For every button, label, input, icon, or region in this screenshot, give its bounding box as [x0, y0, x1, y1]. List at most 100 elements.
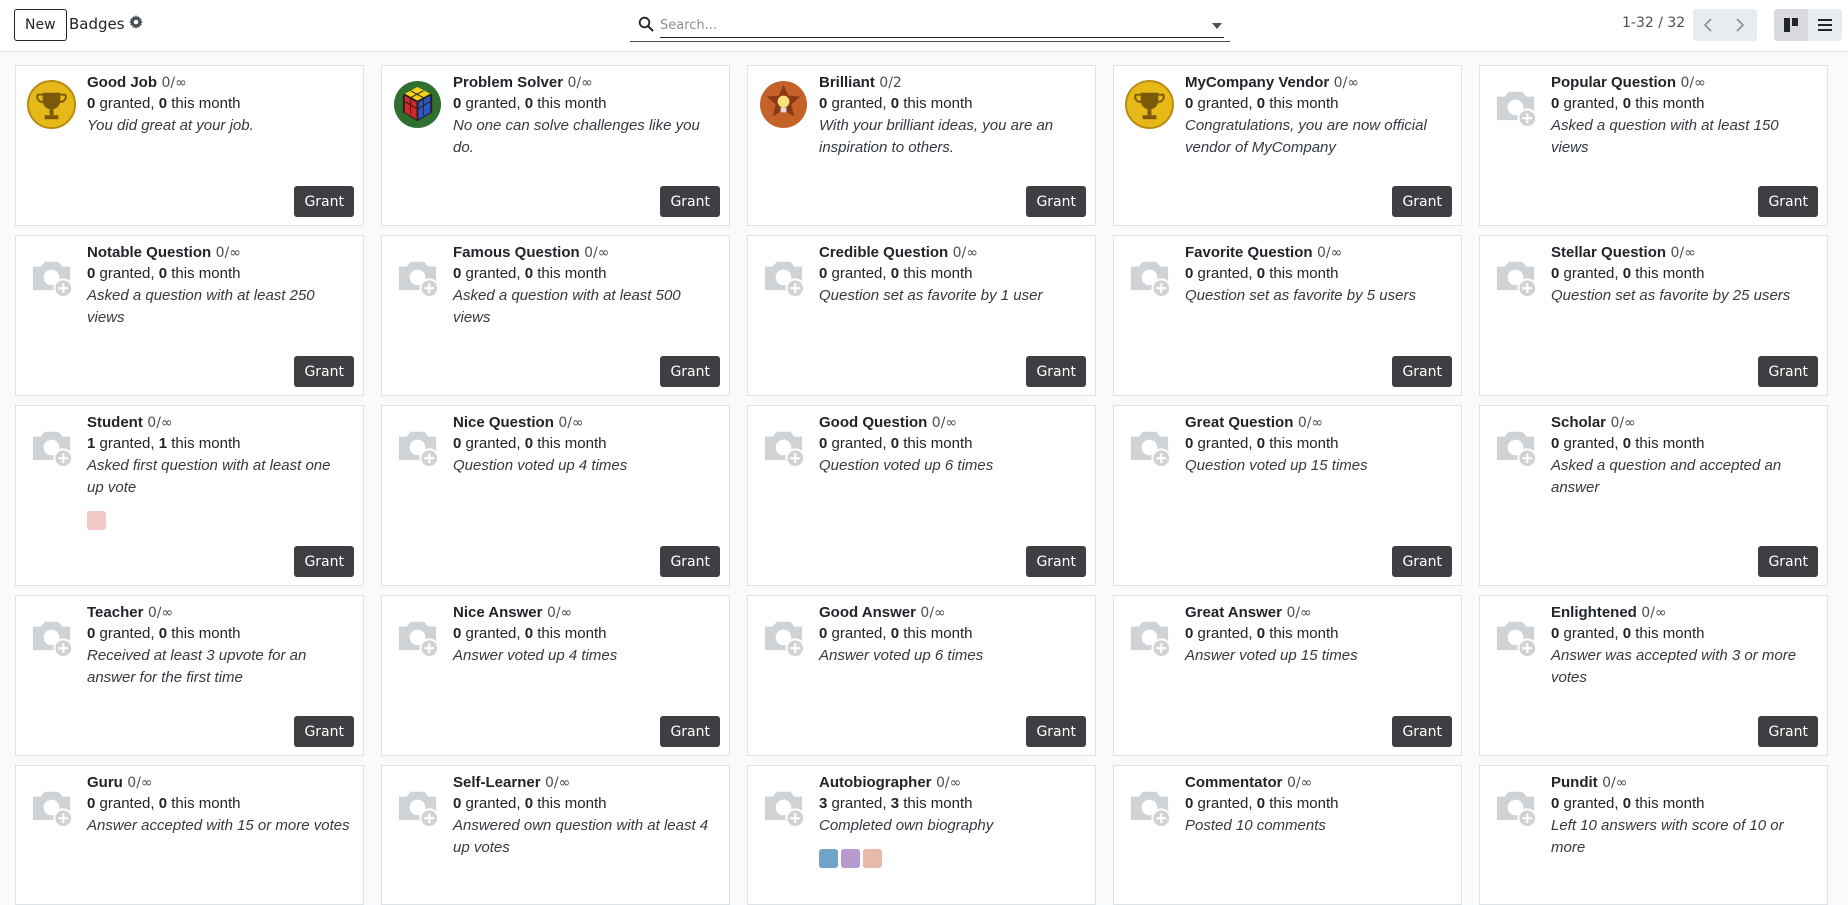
kanban-view-button[interactable]: [1774, 9, 1808, 41]
pager-next-button[interactable]: [1725, 9, 1757, 41]
badge-limit: 0/∞: [935, 775, 962, 791]
month-count: 0: [1256, 95, 1266, 112]
avatar[interactable]: [819, 849, 838, 868]
badge-card[interactable]: Pundit 0/∞ 0 granted, 0 this month Left …: [1479, 765, 1828, 905]
grant-button[interactable]: Grant: [660, 716, 720, 747]
month-label: this month: [1635, 435, 1705, 452]
grant-button[interactable]: Grant: [294, 356, 354, 387]
month-count: 0: [1256, 265, 1266, 282]
badge-name: Commentator: [1185, 774, 1283, 791]
badge-card[interactable]: Credible Question 0/∞ 0 granted, 0 this …: [747, 235, 1096, 396]
badge-card[interactable]: Good Job 0/∞ 0 granted, 0 this month You…: [15, 65, 364, 226]
camera-plus-icon: [1496, 91, 1538, 129]
avatar[interactable]: [841, 849, 860, 868]
badge-stats: 0 granted, 0 this month: [1551, 623, 1815, 645]
badge-card[interactable]: Guru 0/∞ 0 granted, 0 this month Answer …: [15, 765, 364, 905]
grant-button[interactable]: Grant: [1392, 186, 1452, 217]
badge-card[interactable]: Nice Question 0/∞ 0 granted, 0 this mont…: [381, 405, 730, 586]
camera-plus-icon: [1496, 261, 1538, 299]
camera-plus-icon: [32, 261, 74, 299]
badge-description: Completed own biography: [819, 817, 994, 834]
grant-button[interactable]: Grant: [1392, 546, 1452, 577]
month-label: this month: [1635, 625, 1705, 642]
badge-card[interactable]: Favorite Question 0/∞ 0 granted, 0 this …: [1113, 235, 1462, 396]
badge-card[interactable]: Autobiographer 0/∞ 3 granted, 3 this mon…: [747, 765, 1096, 905]
badge-card[interactable]: Great Answer 0/∞ 0 granted, 0 this month…: [1113, 595, 1462, 756]
search-options-toggle-icon[interactable]: [1212, 23, 1222, 29]
granted-count: 0: [819, 95, 828, 112]
list-view-button[interactable]: [1808, 9, 1842, 41]
month-count: 0: [158, 95, 168, 112]
gear-icon[interactable]: [129, 15, 143, 29]
badge-image: [1491, 77, 1540, 132]
badge-card[interactable]: Brilliant 0/2 0 granted, 0 this month Wi…: [747, 65, 1096, 226]
badge-limit: 0/∞: [931, 415, 958, 431]
grant-button[interactable]: Grant: [1026, 716, 1086, 747]
badge-card[interactable]: Teacher 0/∞ 0 granted, 0 this month Rece…: [15, 595, 364, 756]
month-label: this month: [537, 435, 607, 452]
badge-limit: 0/∞: [584, 245, 610, 261]
badge-stats: 0 granted, 0 this month: [819, 623, 1083, 645]
badge-card[interactable]: MyCompany Vendor 0/∞ 0 granted, 0 this m…: [1113, 65, 1462, 226]
grant-button[interactable]: Grant: [660, 356, 720, 387]
new-button[interactable]: New: [14, 9, 67, 41]
badge-owners: [819, 849, 1083, 868]
grant-button[interactable]: Grant: [1392, 356, 1452, 387]
pager-value[interactable]: 1-32 / 32: [1622, 15, 1685, 31]
search-icon: [638, 16, 654, 32]
granted-count: 0: [1551, 435, 1560, 452]
badge-card[interactable]: Stellar Question 0/∞ 0 granted, 0 this m…: [1479, 235, 1828, 396]
search-input[interactable]: [660, 14, 1224, 38]
badge-card[interactable]: Enlightened 0/∞ 0 granted, 0 this month …: [1479, 595, 1828, 756]
camera-plus-icon: [1496, 791, 1538, 829]
grant-button[interactable]: Grant: [1026, 546, 1086, 577]
badge-stats: 0 granted, 0 this month: [1551, 793, 1815, 815]
badge-stats: 0 granted, 0 this month: [87, 623, 351, 645]
list-view-icon: [1818, 19, 1832, 31]
granted-label: granted,: [99, 265, 155, 282]
badge-stats: 0 granted, 0 this month: [87, 793, 351, 815]
badge-limit: 0/∞: [1641, 605, 1667, 621]
grant-button[interactable]: Grant: [294, 716, 354, 747]
badge-card[interactable]: Scholar 0/∞ 0 granted, 0 this month Aske…: [1479, 405, 1828, 586]
badge-limit: 0/∞: [1286, 775, 1313, 791]
badge-card[interactable]: Famous Question 0/∞ 0 granted, 0 this mo…: [381, 235, 730, 396]
grant-button[interactable]: Grant: [1026, 356, 1086, 387]
camera-plus-icon: [32, 431, 74, 469]
avatar[interactable]: [863, 849, 882, 868]
grant-button[interactable]: Grant: [1758, 546, 1818, 577]
camera-plus-icon: [764, 431, 806, 469]
granted-count: 0: [1185, 265, 1194, 282]
avatar[interactable]: [87, 511, 106, 530]
grant-button[interactable]: Grant: [660, 186, 720, 217]
badge-limit: 0/∞: [1316, 245, 1343, 261]
badge-image: [393, 247, 442, 302]
grant-button[interactable]: Grant: [294, 186, 354, 217]
kanban-view-icon: [1784, 18, 1798, 32]
badge-description: Question voted up 4 times: [453, 457, 628, 474]
badge-stats: 0 granted, 0 this month: [453, 623, 717, 645]
badge-card[interactable]: Good Question 0/∞ 0 granted, 0 this mont…: [747, 405, 1096, 586]
grant-button[interactable]: Grant: [1392, 716, 1452, 747]
pager-previous-button[interactable]: [1693, 9, 1725, 41]
grant-button[interactable]: Grant: [1758, 716, 1818, 747]
badge-card[interactable]: Notable Question 0/∞ 0 granted, 0 this m…: [15, 235, 364, 396]
month-count: 0: [1622, 265, 1632, 282]
badge-card[interactable]: Great Question 0/∞ 0 granted, 0 this mon…: [1113, 405, 1462, 586]
badge-card[interactable]: Popular Question 0/∞ 0 granted, 0 this m…: [1479, 65, 1828, 226]
badge-card[interactable]: Nice Answer 0/∞ 0 granted, 0 this month …: [381, 595, 730, 756]
month-count: 0: [1256, 795, 1266, 812]
grant-button[interactable]: Grant: [1026, 186, 1086, 217]
grant-button[interactable]: Grant: [660, 546, 720, 577]
badge-card[interactable]: Commentator 0/∞ 0 granted, 0 this month …: [1113, 765, 1462, 905]
badge-card[interactable]: Problem Solver 0/∞ 0 granted, 0 this mon…: [381, 65, 730, 226]
grant-button[interactable]: Grant: [294, 546, 354, 577]
badge-limit: 0/∞: [567, 75, 593, 91]
badge-card[interactable]: Self-Learner 0/∞ 0 granted, 0 this month…: [381, 765, 730, 905]
month-label: this month: [171, 625, 241, 642]
grant-button[interactable]: Grant: [1758, 186, 1818, 217]
grant-button[interactable]: Grant: [1758, 356, 1818, 387]
granted-label: granted,: [831, 265, 887, 282]
badge-card[interactable]: Student 0/∞ 1 granted, 1 this month Aske…: [15, 405, 364, 586]
badge-card[interactable]: Good Answer 0/∞ 0 granted, 0 this month …: [747, 595, 1096, 756]
